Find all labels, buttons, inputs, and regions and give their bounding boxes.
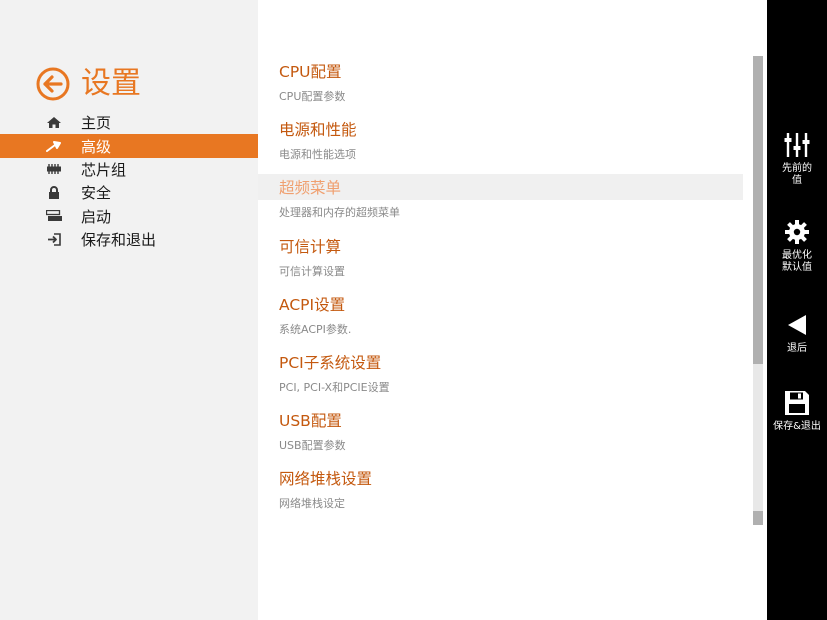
page-title: 设置 bbox=[81, 66, 141, 101]
exit-icon bbox=[46, 232, 62, 248]
scroll-track[interactable] bbox=[753, 70, 763, 511]
menu-entry-desc: 网络堆栈设定 bbox=[279, 497, 345, 511]
menu-entry-title: 电源和性能 bbox=[279, 121, 357, 140]
menu-entry-power-performance[interactable]: 电源和性能 电源和性能选项 bbox=[258, 116, 748, 174]
menu-entry-desc: 可信计算设置 bbox=[279, 264, 345, 278]
nav-item-security[interactable]: 安全 bbox=[0, 181, 258, 204]
home-icon bbox=[46, 115, 62, 131]
nav-item-label: 保存和退出 bbox=[81, 231, 157, 250]
menu-entry-title: USB配置 bbox=[279, 412, 342, 431]
nav-item-boot[interactable]: 启动 bbox=[0, 205, 258, 228]
back-button[interactable]: 退后 bbox=[767, 311, 827, 355]
chip-icon bbox=[46, 161, 62, 177]
vertical-scrollbar[interactable] bbox=[753, 56, 763, 525]
previous-values-button[interactable]: 先前的值 bbox=[767, 131, 827, 187]
side-button-label: 保存&退出 bbox=[773, 421, 821, 432]
menu-entry-desc: PCI, PCI-X和PCIE设置 bbox=[279, 380, 390, 394]
arrow-left-circle-icon[interactable] bbox=[36, 67, 70, 101]
gear-icon bbox=[783, 218, 811, 246]
menu-entry-title: PCI子系统设置 bbox=[279, 353, 382, 372]
menu-entry-acpi[interactable]: ACPI设置 系统ACPI参数. bbox=[258, 291, 748, 349]
menu-entry-title: 超频菜单 bbox=[279, 179, 342, 198]
menu-entry-network-stack[interactable]: 网络堆栈设置 网络堆栈设定 bbox=[258, 465, 748, 523]
boot-drive-icon bbox=[46, 208, 62, 224]
nav-item-save-exit[interactable]: 保存和退出 bbox=[0, 228, 258, 251]
menu-entry-desc: 系统ACPI参数. bbox=[279, 322, 352, 336]
left-panel: 设置 主页 高级 芯片组 安全 启动 保存和退出 bbox=[0, 0, 258, 620]
nav-item-chipset[interactable]: 芯片组 bbox=[0, 158, 258, 181]
menu-list: CPU配置 CPU配置参数 电源和性能 电源和性能选项 超频菜单 处理器和内存的… bbox=[258, 58, 748, 524]
menu-entry-title: CPU配置 bbox=[279, 63, 342, 81]
menu-entry-title: ACPI设置 bbox=[279, 295, 346, 314]
nav-item-label: 芯片组 bbox=[81, 160, 127, 179]
menu-entry-title: 可信计算 bbox=[279, 237, 342, 256]
optimized-defaults-button[interactable]: 最优化 默认值 bbox=[767, 218, 827, 274]
menu-entry-overclock[interactable]: 超频菜单 处理器和内存的超频菜单 bbox=[258, 174, 748, 232]
main-content: CPU配置 CPU配置参数 电源和性能 电源和性能选项 超频菜单 处理器和内存的… bbox=[258, 0, 767, 620]
menu-entry-desc: 处理器和内存的超频菜单 bbox=[279, 206, 400, 220]
scroll-thumb[interactable] bbox=[753, 70, 763, 364]
menu-entry-title: 网络堆栈设置 bbox=[279, 470, 373, 489]
floppy-disk-icon bbox=[783, 389, 811, 417]
side-button-label: 退后 bbox=[787, 343, 807, 354]
scroll-up-cap[interactable] bbox=[753, 56, 763, 70]
menu-entry-cpu-config[interactable]: CPU配置 CPU配置参数 bbox=[258, 58, 748, 116]
save-exit-button[interactable]: 保存&退出 bbox=[767, 389, 827, 433]
action-sidebar: 先前的值 最优化 默认值 退后 保存&退出 bbox=[767, 0, 827, 620]
nav-item-label: 安全 bbox=[81, 184, 112, 203]
scroll-down-cap[interactable] bbox=[753, 511, 763, 525]
side-button-label: 最优化 默认值 bbox=[782, 250, 812, 273]
menu-entry-usb-config[interactable]: USB配置 USB配置参数 bbox=[258, 407, 748, 465]
nav-item-label: 启动 bbox=[81, 207, 112, 226]
nav-item-advanced[interactable]: 高级 bbox=[0, 134, 258, 158]
menu-entry-desc: CPU配置参数 bbox=[279, 90, 346, 103]
side-button-label: 先前的值 bbox=[782, 163, 812, 186]
nav-item-label: 高级 bbox=[81, 137, 112, 156]
nav-menu: 主页 高级 芯片组 安全 启动 保存和退出 bbox=[0, 111, 258, 251]
sliders-icon bbox=[783, 131, 811, 159]
menu-entry-desc: USB配置参数 bbox=[279, 439, 346, 453]
wrench-icon bbox=[46, 138, 62, 154]
nav-item-home[interactable]: 主页 bbox=[0, 111, 258, 134]
triangle-left-icon bbox=[783, 311, 811, 339]
title-row: 设置 bbox=[36, 64, 141, 104]
nav-item-label: 主页 bbox=[81, 114, 112, 133]
menu-entry-pci-subsystem[interactable]: PCI子系统设置 PCI, PCI-X和PCIE设置 bbox=[258, 349, 748, 407]
menu-entry-desc: 电源和性能选项 bbox=[279, 148, 356, 162]
lock-icon bbox=[46, 185, 62, 201]
menu-entry-trusted-computing[interactable]: 可信计算 可信计算设置 bbox=[258, 233, 748, 291]
